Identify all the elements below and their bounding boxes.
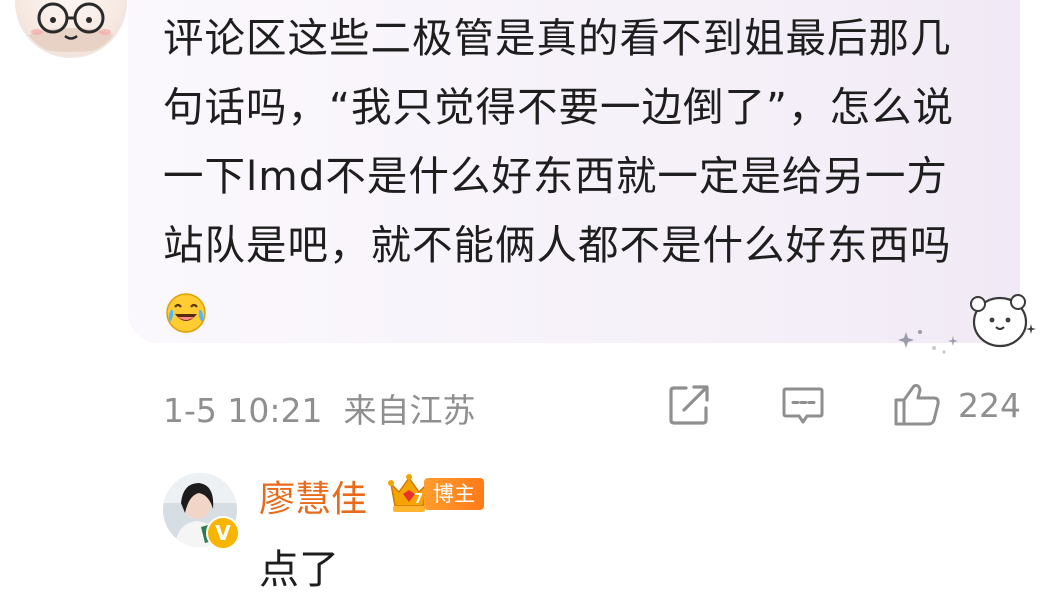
blogger-badge: 博主	[424, 478, 484, 510]
share-button[interactable]	[666, 382, 712, 428]
verified-badge-icon: V	[206, 516, 240, 550]
cartoon-avatar-icon	[25, 2, 117, 52]
comment-icon	[782, 387, 824, 424]
comment-meta: 1-5 10:21 来自江苏	[163, 384, 475, 432]
reply-author-name[interactable]: 廖慧佳	[259, 470, 367, 522]
comment-thread: 评论区这些二极管是真的看不到姐最后那几句话吗，“我只觉得不要一边倒了”，怎么说一…	[0, 0, 1055, 613]
share-icon	[669, 385, 709, 425]
comment-body: 评论区这些二极管是真的看不到姐最后那几句话吗，“我只觉得不要一边倒了”，怎么说一…	[163, 4, 978, 349]
comment-location: 来自江苏	[343, 391, 476, 430]
commenter-avatar[interactable]	[15, 0, 127, 58]
like-count: 224	[958, 385, 1021, 425]
reply-text: 点了	[259, 547, 339, 593]
bubble-decoration	[892, 290, 1042, 360]
like-button[interactable]: 224	[892, 382, 1021, 428]
laughing-crying-emoji-icon	[165, 286, 207, 333]
thumbs-up-icon	[894, 384, 940, 426]
cute-bear-sticker-icon	[898, 294, 1036, 354]
comment-time: 1-5 10:21	[163, 391, 323, 430]
comment-text: 评论区这些二极管是真的看不到姐最后那几句话吗，“我只觉得不要一边倒了”，怎么说一…	[163, 14, 954, 269]
level-number: 7	[414, 492, 424, 507]
comment-button[interactable]	[780, 382, 826, 428]
